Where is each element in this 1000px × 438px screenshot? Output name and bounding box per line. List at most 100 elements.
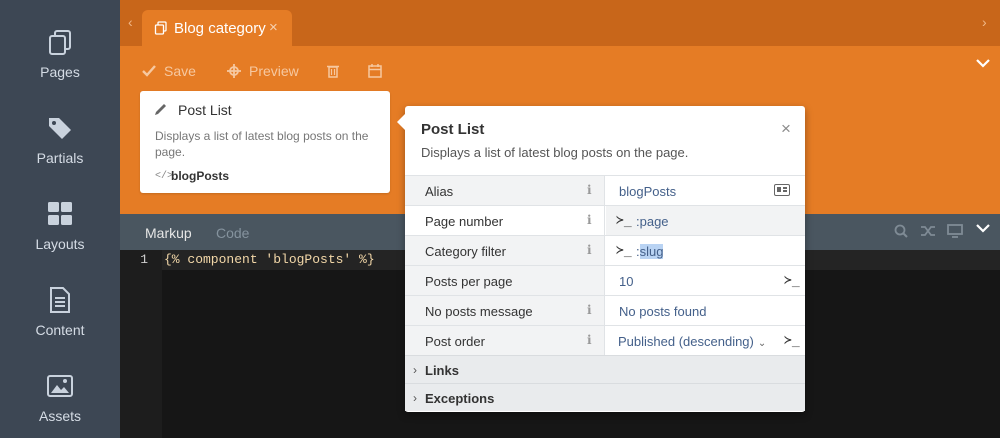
inspector-description: Displays a list of latest blog posts on … (421, 145, 689, 160)
tab-blog-category[interactable]: Blog category × (142, 10, 292, 46)
group-exceptions[interactable]: › Exceptions (405, 383, 805, 411)
search-icon[interactable] (894, 224, 908, 238)
posts-per-page-field[interactable]: 10 ≻_ (606, 266, 805, 295)
property-value: :slug (636, 244, 664, 259)
selected-text: slug (639, 244, 664, 259)
component-description: Displays a list of latest blog posts on … (155, 129, 369, 159)
chevron-down-icon[interactable] (976, 223, 990, 233)
chevron-down-icon[interactable] (976, 58, 990, 68)
id-card-icon[interactable] (774, 184, 790, 196)
sidebar-item-layouts[interactable]: Layouts (0, 200, 120, 286)
terminal-icon: ≻_ (616, 243, 632, 258)
property-label: No posts message (425, 304, 533, 319)
property-alias: Alias i blogPosts (405, 175, 805, 205)
sidebar-item-content[interactable]: Content (0, 286, 120, 372)
tab-markup[interactable]: Markup (145, 225, 192, 241)
calendar-button[interactable] (366, 62, 384, 79)
terminal-icon[interactable]: ≻_ (784, 333, 800, 348)
property-category-filter: Category filter i ≻_ :slug (405, 235, 805, 265)
post-order-select[interactable]: Published (descending) ⌄ ≻_ (606, 326, 805, 355)
sidebar-item-partials[interactable]: Partials (0, 114, 120, 200)
property-label-cell: Post order i (405, 326, 605, 355)
info-icon[interactable]: i (587, 303, 592, 317)
component-title: Post List (178, 102, 232, 118)
property-label-cell: Alias i (405, 176, 605, 205)
check-icon (142, 65, 156, 78)
chevron-right-icon: › (413, 391, 417, 405)
close-icon[interactable]: × (781, 119, 791, 139)
property-label-cell: Posts per page (405, 266, 605, 295)
category-filter-field[interactable]: ≻_ :slug (606, 236, 805, 265)
scroll-left-icon[interactable]: ‹ (128, 14, 133, 30)
sidebar-item-assets[interactable]: Assets (0, 372, 120, 438)
tab-bar: ‹ Blog category × › (120, 0, 1000, 46)
chevron-down-icon: ⌄ (757, 338, 767, 349)
assets-icon (47, 375, 73, 397)
info-icon[interactable]: i (587, 243, 592, 257)
property-label: Page number (425, 214, 504, 229)
property-value: 10 (619, 274, 634, 289)
chevron-right-icon: › (413, 363, 417, 377)
property-label-cell: No posts message i (405, 296, 605, 325)
calendar-icon (368, 64, 382, 79)
property-value: Published (descending) (618, 334, 754, 349)
monitor-icon[interactable] (947, 224, 964, 238)
terminal-icon[interactable]: ≻_ (784, 273, 800, 288)
preview-button[interactable]: Preview (225, 62, 299, 79)
terminal-icon: ≻_ (616, 213, 632, 228)
inspector-title: Post List (421, 121, 485, 138)
tab-code[interactable]: Code (216, 225, 249, 241)
partials-icon (49, 118, 71, 139)
property-value: No posts found (619, 304, 707, 319)
select-value: Published (descending) ⌄ (618, 334, 766, 349)
property-page-number: Page number i ≻_ :page (405, 205, 805, 235)
sidebar-item-label: Layouts (35, 236, 85, 252)
editor-tools (894, 224, 964, 241)
shuffle-icon[interactable] (920, 224, 936, 238)
sidebar-item-label: Assets (38, 408, 81, 424)
alias-field[interactable]: blogPosts (606, 176, 805, 205)
property-label-cell: Category filter i (405, 236, 605, 265)
property-label: Post order (425, 334, 485, 349)
property-no-posts-message: No posts message i No posts found (405, 295, 805, 325)
component-card-post-list[interactable]: Post List Displays a list of latest blog… (140, 91, 390, 193)
sidebar-item-pages[interactable]: Pages (0, 28, 120, 114)
popover-arrow (397, 114, 405, 130)
line-gutter: 1 (120, 250, 162, 438)
property-value: blogPosts (619, 184, 677, 199)
property-label-cell: Page number i (405, 206, 605, 235)
line-number: 1 (140, 252, 148, 267)
close-icon[interactable]: × (269, 19, 278, 36)
preview-label: Preview (249, 63, 299, 80)
no-posts-message-field[interactable]: No posts found (606, 296, 805, 325)
info-icon[interactable]: i (587, 333, 592, 347)
property-value: :page (636, 214, 669, 229)
pages-icon (154, 21, 167, 35)
sidebar-item-label: Partials (36, 150, 84, 166)
info-icon[interactable]: i (587, 183, 592, 197)
group-label: Links (425, 363, 459, 378)
crosshair-icon (227, 64, 241, 79)
pencil-icon (155, 104, 166, 115)
property-label: Category filter (425, 244, 506, 259)
property-list: Alias i blogPosts Page number i ≻_ :page… (405, 175, 805, 411)
save-button[interactable]: Save (140, 62, 196, 79)
info-icon[interactable]: i (587, 213, 592, 227)
property-post-order: Post order i Published (descending) ⌄ ≻_ (405, 325, 805, 355)
property-label: Alias (425, 184, 454, 199)
group-label: Exceptions (425, 391, 495, 406)
inspector-popover: Post List × Displays a list of latest bl… (397, 106, 805, 412)
save-label: Save (164, 63, 196, 80)
sidebar-item-label: Content (35, 322, 85, 338)
trash-icon (327, 66, 339, 79)
sidebar-item-label: Pages (40, 64, 80, 80)
property-posts-per-page: Posts per page 10 ≻_ (405, 265, 805, 295)
page-number-field[interactable]: ≻_ :page (606, 206, 805, 235)
scroll-right-icon[interactable]: › (982, 14, 987, 30)
group-links[interactable]: › Links (405, 355, 805, 383)
component-alias: blogPosts (171, 169, 230, 183)
code-text: {% component 'blogPosts' %} (164, 252, 375, 267)
tab-label: Blog category (174, 20, 266, 37)
delete-button[interactable] (324, 62, 342, 79)
pages-icon (49, 30, 71, 55)
